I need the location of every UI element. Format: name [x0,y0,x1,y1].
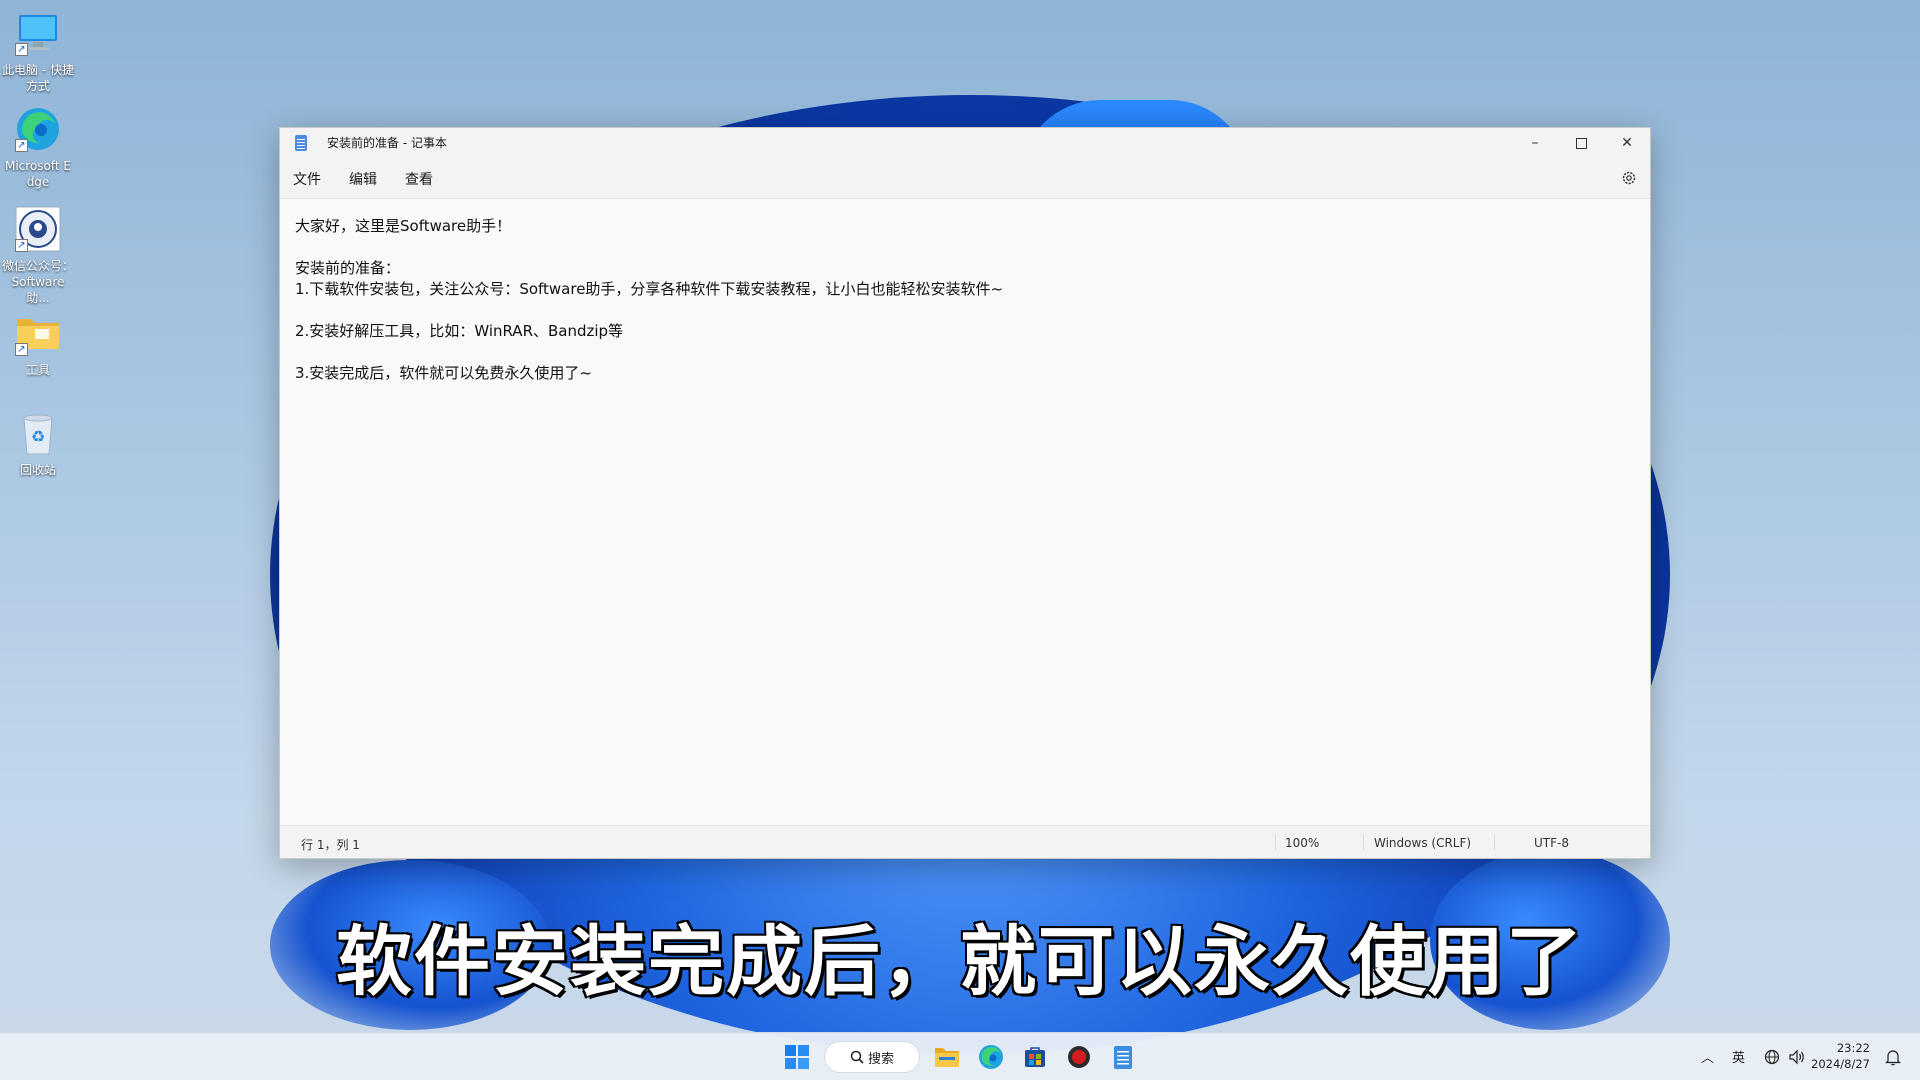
desktop-icon-recycle-bin[interactable]: ♻ 回收站 [2,410,74,478]
text-line: 大家好，这里是Software助手！ [295,217,512,235]
text-line: 1.下载软件安装包，关注公众号：Software助手，分享各种软件下载安装教程，… [295,280,1004,298]
menu-file[interactable]: 文件 [293,169,321,189]
taskbar-notepad[interactable] [1108,1042,1138,1072]
text-line: 2.安装好解压工具，比如：WinRAR、Bandzip等 [295,322,624,340]
notepad-icon [1114,1046,1132,1069]
shortcut-arrow-icon: ↗ [15,43,28,56]
search-label: 搜索 [867,1051,894,1067]
desktop-icon-label: 此电脑 - 快捷方式 [2,63,74,93]
status-bar: 行 1，列 1 100% Windows (CRLF) UTF-8 [280,825,1650,858]
shortcut-arrow-icon: ↗ [15,343,28,356]
edge-icon: ↗ [15,106,61,152]
notepad-icon [295,135,307,151]
notification-bell-icon[interactable] [1878,1042,1908,1072]
clock-date: 2024/8/27 [1811,1057,1870,1071]
desktop-icon-wechat-account[interactable]: ↗ 微信公众号：Software助... [2,206,74,306]
taskbar-recorder[interactable] [1064,1042,1094,1072]
menu-bar: 文件 编辑 查看 [280,158,1650,198]
taskbar-search[interactable]: 搜索 [824,1041,920,1073]
desktop-icon-label: 微信公众号：Software助... [2,259,75,305]
minimize-icon: – [1531,135,1539,151]
windows-logo-icon [785,1045,809,1069]
taskbar: 搜索 ︿ 英 23:22 2024/8/27 [0,1032,1920,1080]
start-button[interactable] [782,1042,812,1072]
monitor-icon: ↗ [15,10,61,56]
menu-edit[interactable]: 编辑 [349,169,377,189]
maximize-icon [1575,137,1587,149]
status-divider [1363,834,1364,850]
clock[interactable]: 23:22 2024/8/27 [1811,1040,1870,1072]
close-button[interactable]: ✕ [1604,128,1650,158]
cursor-position: 行 1，列 1 [301,838,360,852]
store-icon [1025,1047,1045,1067]
desktop-icon-tools-folder[interactable]: ↗ 工具 [2,310,74,378]
desktop-icon-label: Microsoft Edge [4,159,71,189]
shortcut-arrow-icon: ↗ [15,139,28,152]
search-icon [850,1050,864,1064]
encoding[interactable]: UTF-8 [1534,836,1569,850]
menu-view[interactable]: 查看 [405,169,433,189]
notepad-window: 安装前的准备 - 记事本 – ✕ 文件 编辑 查看 大家好，这里是Softwar… [279,127,1651,859]
taskbar-file-explorer[interactable] [932,1042,962,1072]
account-logo-icon: ↗ [15,206,61,252]
text-line: 安装前的准备： [295,259,401,277]
desktop-icon-edge[interactable]: ↗ Microsoft Edge [2,106,74,190]
folder-icon [935,1048,959,1067]
window-title: 安装前的准备 - 记事本 [327,136,447,150]
edge-icon [979,1045,1003,1069]
text-line: 3.安装完成后，软件就可以免费永久使用了~ [295,364,592,382]
desktop-icon-this-pc[interactable]: ↗ 此电脑 - 快捷方式 [2,10,74,94]
folder-icon: ↗ [15,310,61,356]
taskbar-edge[interactable] [976,1042,1006,1072]
text-editor[interactable]: 大家好，这里是Software助手！ 安装前的准备： 1.下载软件安装包，关注公… [280,198,1650,826]
minimize-button[interactable]: – [1512,128,1558,158]
video-subtitle: 软件安装完成后，就可以永久使用了 [335,916,1584,1008]
desktop-icon-label: 回收站 [19,463,56,477]
tray-overflow-chevron-icon[interactable]: ︿ [1701,1047,1714,1066]
line-ending[interactable]: Windows (CRLF) [1374,836,1471,850]
zoom-level[interactable]: 100% [1285,836,1319,850]
maximize-button[interactable] [1558,128,1604,158]
close-icon: ✕ [1621,135,1633,151]
svg-text:♻: ♻ [31,427,45,446]
taskbar-store[interactable] [1020,1042,1050,1072]
status-divider [1275,834,1276,850]
status-divider [1494,834,1495,850]
shortcut-arrow-icon: ↗ [15,239,28,252]
volume-icon[interactable] [1782,1042,1812,1072]
clock-time: 23:22 [1836,1041,1870,1055]
desktop-icon-label: 工具 [25,363,50,377]
title-bar[interactable]: 安装前的准备 - 记事本 – ✕ [280,128,1650,158]
ime-indicator[interactable]: 英 [1732,1047,1745,1066]
record-icon [1068,1046,1090,1068]
recycle-bin-icon: ♻ [15,410,61,456]
settings-gear-icon[interactable] [1621,170,1637,186]
